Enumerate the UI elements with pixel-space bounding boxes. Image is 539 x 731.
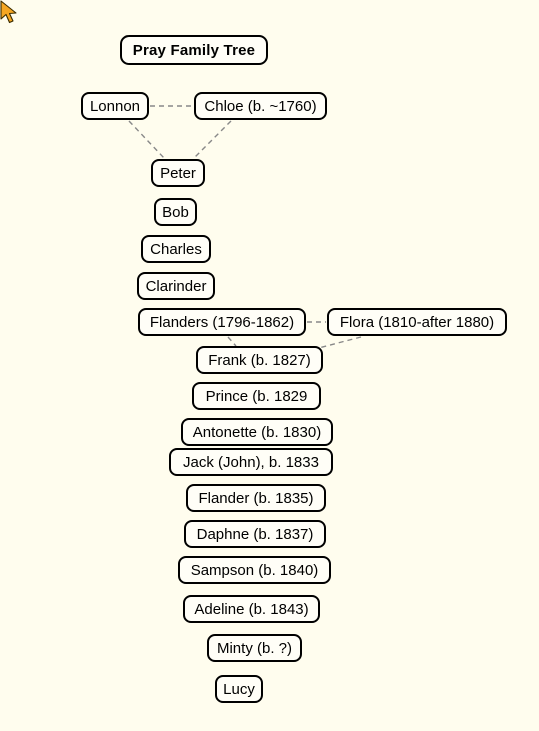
person-node-label: Daphne (b. 1837)	[196, 525, 314, 543]
person-node-label: Flander (b. 1835)	[198, 489, 314, 507]
person-node-daphne[interactable]: Daphne (b. 1837)	[184, 520, 326, 548]
person-node-label: Frank (b. 1827)	[208, 351, 311, 369]
person-node-label: Jack (John), b. 1833	[183, 453, 319, 471]
person-node-minty[interactable]: Minty (b. ?)	[207, 634, 302, 662]
person-node-antonette[interactable]: Antonette (b. 1830)	[181, 418, 333, 446]
person-node-flander[interactable]: Flander (b. 1835)	[186, 484, 326, 512]
person-node-charles[interactable]: Charles	[141, 235, 211, 263]
person-node-label: Flora (1810-after 1880)	[339, 313, 495, 331]
person-node-clarinder[interactable]: Clarinder	[137, 272, 215, 300]
person-node-label: Minty (b. ?)	[216, 639, 292, 657]
person-node-label: Adeline (b. 1843)	[194, 600, 309, 618]
person-node-prince[interactable]: Prince (b. 1829	[192, 382, 321, 410]
family-tree-canvas: Pray Family Tree Lonnon Chloe (b. ~1760) P…	[0, 0, 539, 731]
person-node-bob[interactable]: Bob	[154, 198, 197, 226]
connector-lonnon-peter	[128, 120, 165, 159]
person-node-label: Lonnon	[89, 97, 141, 115]
person-node-peter[interactable]: Peter	[151, 159, 205, 187]
person-node-frank[interactable]: Frank (b. 1827)	[196, 346, 323, 374]
connector-flanders-frank	[227, 336, 237, 347]
person-node-label: Chloe (b. ~1760)	[204, 97, 317, 115]
person-node-sampson[interactable]: Sampson (b. 1840)	[178, 556, 331, 584]
person-node-lonnon[interactable]: Lonnon	[81, 92, 149, 120]
person-node-label: Charles	[150, 240, 202, 258]
person-node-flora[interactable]: Flora (1810-after 1880)	[327, 308, 507, 336]
person-node-adeline[interactable]: Adeline (b. 1843)	[183, 595, 320, 623]
person-node-label: Bob	[162, 203, 189, 221]
person-node-label: Prince (b. 1829	[205, 387, 308, 405]
person-node-label: Sampson (b. 1840)	[190, 561, 319, 579]
tree-title-label: Pray Family Tree	[132, 41, 256, 59]
connector-chloe-peter	[193, 120, 232, 159]
arrow-pointer-icon	[0, 0, 17, 24]
person-node-lucy[interactable]: Lucy	[215, 675, 263, 703]
person-node-label: Peter	[160, 164, 196, 182]
person-node-label: Antonette (b. 1830)	[192, 423, 322, 441]
person-node-label: Lucy	[223, 680, 255, 698]
person-node-label: Clarinder	[145, 277, 207, 295]
person-node-flanders[interactable]: Flanders (1796-1862)	[138, 308, 306, 336]
person-node-jack[interactable]: Jack (John), b. 1833	[169, 448, 333, 476]
tree-title-node: Pray Family Tree	[120, 35, 268, 65]
person-node-label: Flanders (1796-1862)	[149, 313, 295, 331]
person-node-chloe[interactable]: Chloe (b. ~1760)	[194, 92, 327, 120]
